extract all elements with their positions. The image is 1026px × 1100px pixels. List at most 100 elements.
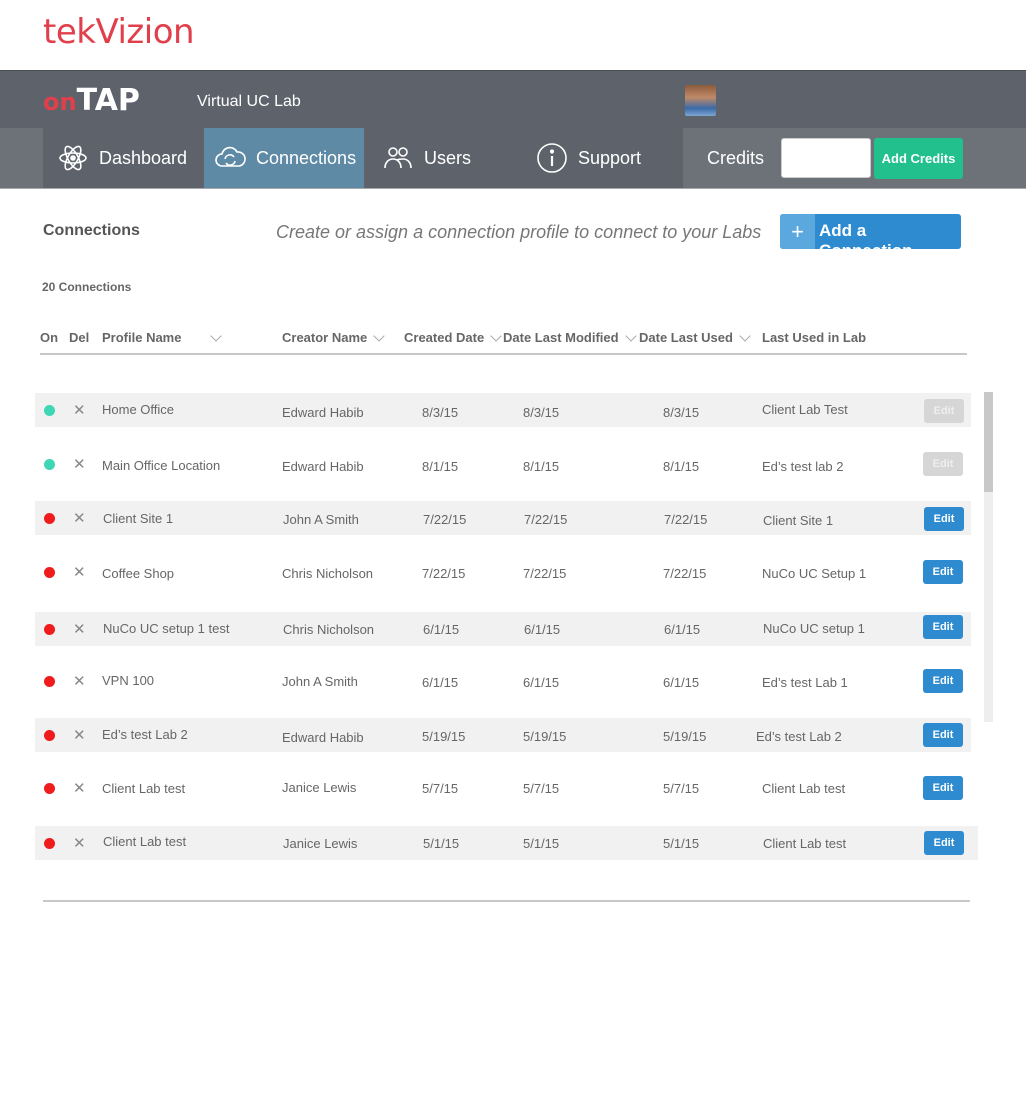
ontap-logo[interactable]: onTAP — [43, 83, 140, 118]
modified-date: 5/7/15 — [523, 781, 560, 796]
last-used-date: 5/7/15 — [663, 781, 700, 796]
nav-panel: Dashboard Connections Users Support — [43, 128, 683, 188]
column-header-last-used-in-lab: Last Used in Lab — [762, 330, 867, 345]
column-header-profile-name[interactable]: Profile Name — [102, 329, 222, 345]
profile-name[interactable]: Home Office — [102, 402, 174, 417]
table-row: ✕ Ed’s test Lab 2 Edward Habib 5/19/15 5… — [35, 718, 971, 752]
profile-name[interactable]: VPN 100 — [102, 673, 154, 688]
nav-item-dashboard[interactable]: Dashboard — [43, 128, 204, 188]
page-subtitle: Create or assign a connection profile to… — [276, 222, 762, 242]
last-used-lab: Ed’s test Lab 2 — [756, 729, 842, 744]
delete-icon[interactable]: ✕ — [73, 455, 86, 473]
table-row: ✕ Home Office Edward Habib 8/3/15 8/3/15… — [35, 393, 971, 427]
logo-bar: tekVizion — [0, 0, 1026, 70]
edit-button[interactable]: Edit — [924, 507, 964, 531]
last-used-lab: Ed’s test lab 2 — [762, 459, 844, 474]
edit-button[interactable]: Edit — [923, 560, 963, 584]
profile-name[interactable]: Client Lab test — [102, 781, 185, 796]
page-title: Connections — [43, 222, 140, 239]
edit-button[interactable]: Edit — [923, 723, 963, 747]
last-used-date: 8/1/15 — [663, 459, 700, 474]
modified-date: 8/1/15 — [523, 459, 560, 474]
creator-name: Chris Nicholson — [283, 622, 375, 637]
last-used-lab: Ed’s test Lab 1 — [762, 675, 848, 690]
scrollbar-thumb[interactable] — [984, 392, 993, 492]
delete-icon[interactable]: ✕ — [73, 726, 86, 744]
table-row: ✕ Client Lab test Janice Lewis 5/1/15 5/… — [35, 826, 978, 860]
edit-button[interactable]: Edit — [924, 831, 964, 855]
creator-name: Janice Lewis — [283, 836, 358, 851]
modified-date: 8/3/15 — [523, 405, 560, 420]
last-used-lab: Client Site 1 — [763, 513, 834, 528]
last-used-date: 5/1/15 — [663, 836, 700, 851]
header-divider — [40, 353, 967, 355]
profile-name[interactable]: Coffee Shop — [102, 566, 174, 581]
nav-label-users: Users — [424, 147, 472, 168]
profile-name[interactable]: Client Lab test — [103, 834, 186, 849]
modified-date: 6/1/15 — [524, 622, 561, 637]
profile-name[interactable]: Main Office Location — [102, 458, 220, 473]
modified-date: 5/1/15 — [523, 836, 560, 851]
created-date: 6/1/15 — [422, 675, 459, 690]
status-off-indicator — [44, 730, 55, 741]
created-date: 7/22/15 — [422, 566, 466, 581]
delete-icon[interactable]: ✕ — [73, 834, 86, 852]
last-used-date: 6/1/15 — [664, 622, 701, 637]
creator-name: John A Smith — [282, 674, 358, 689]
edit-button[interactable]: Edit — [923, 776, 963, 800]
last-used-date: 7/22/15 — [663, 566, 707, 581]
add-connection-label: Add a Connection — [819, 221, 913, 260]
delete-icon[interactable]: ✕ — [73, 672, 86, 690]
last-used-date: 7/22/15 — [664, 512, 708, 527]
last-used-lab: Client Lab Test — [762, 402, 848, 417]
table-row: ✕ VPN 100 John A Smith 6/1/15 6/1/15 6/1… — [35, 664, 971, 698]
created-date: 7/22/15 — [423, 512, 467, 527]
user-avatar[interactable] — [685, 85, 716, 116]
table-scrollbar[interactable] — [984, 392, 993, 722]
delete-icon[interactable]: ✕ — [73, 620, 86, 638]
status-off-indicator — [44, 624, 55, 635]
connection-count: 20 Connections — [42, 280, 132, 294]
table-row: ✕ NuCo UC setup 1 test Chris Nicholson 6… — [35, 612, 971, 646]
modified-date: 7/22/15 — [524, 512, 568, 527]
edit-button[interactable]: Edit — [923, 452, 963, 476]
chevron-down-icon — [373, 329, 385, 342]
column-header-del: Del — [69, 330, 90, 345]
last-used-lab: NuCo UC Setup 1 — [762, 566, 867, 581]
creator-name: Edward Habib — [282, 459, 364, 474]
credits-input[interactable] — [781, 138, 871, 178]
creator-name: Edward Habib — [282, 405, 364, 420]
modified-date: 7/22/15 — [523, 566, 567, 581]
column-header-date-last-modified[interactable]: Date Last Modified — [503, 329, 637, 345]
delete-icon[interactable]: ✕ — [73, 401, 86, 419]
edit-button[interactable]: Edit — [924, 399, 964, 423]
edit-button[interactable]: Edit — [923, 615, 963, 639]
delete-icon[interactable]: ✕ — [73, 509, 86, 527]
delete-icon[interactable]: ✕ — [73, 779, 86, 797]
credits-label: Credits — [707, 148, 765, 168]
status-off-indicator — [44, 676, 55, 687]
column-header-creator-name[interactable]: Creator Name — [282, 329, 385, 345]
delete-icon[interactable]: ✕ — [73, 563, 86, 581]
edit-button[interactable]: Edit — [923, 669, 963, 693]
chevron-down-icon — [739, 329, 751, 342]
add-credits-button[interactable]: Add Credits — [874, 138, 963, 179]
tekvizion-logo[interactable]: tekVizion — [43, 12, 195, 52]
profile-name[interactable]: Ed’s test Lab 2 — [102, 727, 188, 742]
column-header-created-date[interactable]: Created Date — [404, 329, 502, 345]
status-off-indicator — [44, 783, 55, 794]
last-used-lab: Client Lab test — [762, 781, 846, 796]
column-header-date-last-used[interactable]: Date Last Used — [639, 329, 751, 345]
modified-date: 6/1/15 — [523, 675, 560, 690]
created-date: 8/1/15 — [422, 459, 459, 474]
nav-item-connections[interactable]: Connections — [204, 128, 364, 188]
created-date: 5/1/15 — [423, 836, 460, 851]
add-connection-button[interactable]: + Add a Connection — [780, 214, 961, 260]
nav-item-support[interactable]: Support — [514, 128, 683, 188]
nav-item-users[interactable]: Users — [364, 128, 514, 188]
users-icon — [384, 147, 412, 169]
status-off-indicator — [44, 513, 55, 524]
profile-name[interactable]: Client Site 1 — [103, 511, 173, 526]
profile-name[interactable]: NuCo UC setup 1 test — [103, 621, 229, 636]
atom-icon — [59, 145, 87, 171]
